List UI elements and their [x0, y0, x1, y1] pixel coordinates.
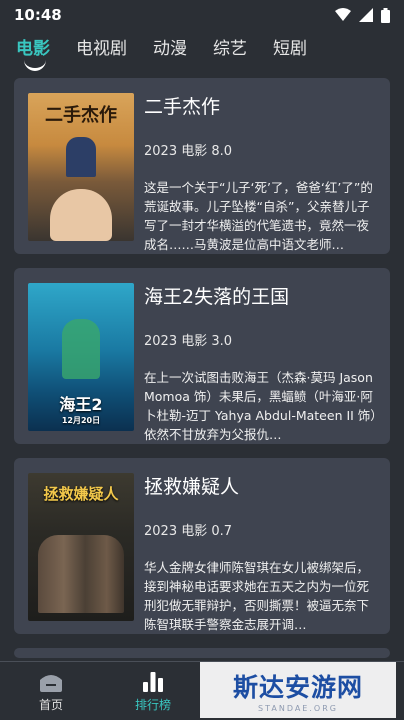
movie-poster: 海王2 12月20日 — [28, 283, 134, 431]
movie-card[interactable]: 拯救嫌疑人 拯救嫌疑人 2023 电影 0.7 华人金牌女律师陈智琪在女儿被绑架… — [14, 458, 390, 634]
nav-home[interactable]: 首页 — [0, 662, 102, 720]
tab-movie[interactable]: 电影 — [16, 34, 50, 71]
rank-icon — [143, 671, 163, 692]
home-icon — [40, 674, 62, 692]
tab-label: 短剧 — [273, 39, 307, 59]
poster-title: 二手杰作 — [45, 105, 117, 126]
poster-figure — [62, 319, 100, 379]
tab-label: 综艺 — [213, 39, 247, 59]
status-icons — [335, 7, 390, 23]
nav-home-label: 首页 — [38, 697, 63, 712]
poster-title: 拯救嫌疑人 — [43, 485, 119, 503]
movie-meta: 2023 电影 3.0 — [144, 334, 233, 349]
movie-title: 拯救嫌疑人 — [144, 476, 240, 498]
movie-title: 二手杰作 — [144, 96, 221, 118]
tab-label: 电影 — [16, 39, 50, 59]
tab-tv-series[interactable]: 电视剧 — [76, 34, 127, 59]
movie-card[interactable]: 海王2 12月20日 海王2失落的王国 2023 电影 3.0 在上一次试图击败… — [14, 268, 390, 444]
wifi-icon — [335, 8, 351, 21]
watermark: 斯达安游网 STANDAE.ORG — [200, 662, 396, 718]
nav-ranking[interactable]: 排行榜 — [102, 662, 204, 720]
movie-poster: 拯救嫌疑人 — [28, 473, 134, 621]
tab-short-drama[interactable]: 短剧 — [273, 34, 307, 59]
status-time: 10:48 — [14, 6, 62, 24]
tab-label: 动漫 — [153, 39, 187, 59]
poster-face — [50, 189, 112, 241]
movie-poster: 二手杰作 — [28, 93, 134, 241]
poster-title: 海王2 — [59, 395, 103, 414]
poster-figures — [38, 535, 124, 613]
active-tab-indicator — [24, 58, 46, 71]
tab-label: 电视剧 — [76, 39, 127, 59]
movie-description: 华人金牌女律师陈智琪在女儿被绑架后，接到神秘电话要求她在五天之内为一位死刑犯做无… — [144, 560, 370, 632]
movie-description: 这是一个关于“儿子‘死’了，爸爸‘红’了”的荒诞故事。儿子坠楼“自杀”，父亲替儿… — [144, 180, 373, 252]
tab-variety[interactable]: 综艺 — [213, 34, 247, 59]
movie-list: 二手杰作 二手杰作 2023 电影 8.0 这是一个关于“儿子‘死’了，爸爸‘红… — [14, 78, 390, 658]
poster-figure — [66, 137, 96, 177]
battery-icon — [381, 7, 390, 23]
tab-anime[interactable]: 动漫 — [153, 34, 187, 59]
watermark-subtext: STANDAE.ORG — [258, 703, 338, 713]
movie-meta: 2023 电影 8.0 — [144, 144, 233, 159]
poster-date: 12月20日 — [61, 416, 101, 425]
movie-description: 在上一次试图击败海王（杰森·莫玛 Jason Momoa 饰）未果后，黑蝠鲼（叶… — [144, 370, 377, 442]
status-bar: 10:48 — [0, 0, 404, 30]
nav-ranking-label: 排行榜 — [134, 697, 171, 712]
movie-card-partial[interactable] — [14, 648, 390, 658]
category-tabs: 电影 电视剧 动漫 综艺 短剧 — [16, 34, 388, 71]
movie-title: 海王2失落的王国 — [144, 286, 290, 308]
movie-card[interactable]: 二手杰作 二手杰作 2023 电影 8.0 这是一个关于“儿子‘死’了，爸爸‘红… — [14, 78, 390, 254]
movie-meta: 2023 电影 0.7 — [144, 524, 233, 539]
signal-icon — [359, 8, 373, 22]
watermark-text: 斯达安游网 — [232, 672, 363, 702]
